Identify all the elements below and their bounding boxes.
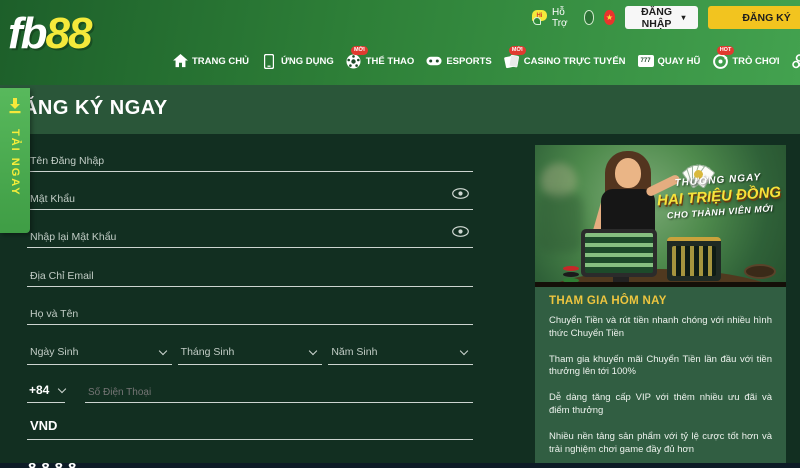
confirm-password-field	[27, 217, 473, 248]
phone-code-label: +84	[29, 383, 49, 397]
promo-bullet: Dễ dàng tăng cấp VIP với thêm nhiều ưu đ…	[549, 392, 772, 418]
home-icon	[172, 53, 188, 69]
support-label: Hỗ Trợ	[552, 7, 574, 29]
joystick-icon: HOT	[712, 53, 728, 69]
chevron-down-icon	[58, 385, 66, 393]
currency-label: VND	[30, 418, 57, 433]
show-password-icon[interactable]	[452, 186, 469, 204]
download-icon	[7, 98, 23, 119]
nav-label: ỨNG DỤNG	[281, 56, 334, 67]
fullname-input[interactable]	[30, 308, 431, 320]
nav-item-sports[interactable]: MỚI THỂ THAO	[346, 53, 415, 69]
nav-label: ESPORTS	[446, 56, 491, 67]
new-badge: MỚI	[509, 46, 526, 55]
download-app-tab[interactable]: TẢI NGAY	[0, 88, 30, 233]
nav-item-app[interactable]: ỨNG DỤNG	[261, 53, 334, 69]
topbar: Hi Hỗ Trợ ★ ĐĂNG NHẬP ▾ ĐĂNG KÝ	[533, 6, 800, 29]
register-button[interactable]: ĐĂNG KÝ	[708, 6, 800, 29]
login-button[interactable]: ĐĂNG NHẬP ▾	[625, 6, 698, 29]
hot-badge: HOT	[717, 46, 735, 55]
nav-item-slots[interactable]: 777 QUAY HŨ	[638, 53, 701, 69]
month-select-label: Tháng Sinh	[181, 346, 235, 358]
nav-item-esports[interactable]: ESPORTS	[426, 53, 491, 69]
new-badge: MỚI	[351, 46, 368, 55]
nav-item-home[interactable]: TRANG CHỦ	[172, 53, 249, 69]
year-select-label: Năm Sinh	[331, 346, 377, 358]
phone-country-code-select[interactable]: +84	[27, 372, 65, 403]
chevron-down-icon	[158, 347, 166, 355]
email-input[interactable]	[30, 270, 431, 282]
chevron-down-icon: ▾	[682, 13, 686, 22]
username-field	[27, 141, 473, 172]
download-tab-label: TẢI NGAY	[9, 129, 21, 197]
phone-row: +84	[27, 372, 473, 403]
month-select[interactable]: Tháng Sinh	[178, 334, 323, 365]
promo-banner[interactable]: THƯỞNG NGAY HAI TRIỆU ĐỒNG CHO THÀNH VIÊ…	[535, 145, 786, 287]
vietnam-flag-icon[interactable]: ★	[604, 10, 614, 25]
fullname-field	[27, 294, 473, 325]
globe-icon[interactable]	[584, 10, 595, 25]
phone-field	[85, 372, 473, 403]
day-select[interactable]: Ngày Sinh	[27, 334, 172, 365]
chevron-down-icon	[460, 347, 468, 355]
password-input[interactable]	[30, 193, 431, 205]
chat-bubble-small	[533, 17, 541, 25]
page: fb88 Hi Hỗ Trợ ★ ĐĂNG NHẬP ▾ ĐĂNG KÝ	[0, 0, 800, 468]
confirm-password-input[interactable]	[30, 231, 431, 243]
page-title: ĐĂNG KÝ NGAY	[8, 97, 168, 120]
slot-machine-icon: 777	[638, 53, 654, 69]
year-select[interactable]: Năm Sinh	[328, 334, 473, 365]
roulette-graphic	[744, 264, 776, 279]
promo-ribbon-text: THƯỞNG NGAY HAI TRIỆU ĐỒNG CHO THÀNH VIÊ…	[653, 171, 786, 222]
chevron-down-icon	[309, 347, 317, 355]
logo-text-fb: fb	[8, 9, 46, 58]
promo-bullet: Nhiều nền tảng sản phẩm với tỷ lệ cược t…	[549, 431, 772, 457]
promo-model-face	[615, 158, 641, 188]
soccer-ball-icon: MỚI	[346, 53, 362, 69]
phone-gap	[71, 372, 79, 403]
login-label: ĐĂNG NHẬP	[637, 6, 677, 30]
nav-item-games[interactable]: HOT TRÒ CHƠI	[712, 53, 779, 69]
promo-bullet: Chuyển Tiền và rút tiền nhanh chóng với …	[549, 315, 772, 341]
table-edge-graphic	[535, 282, 786, 287]
support-link[interactable]: Hi Hỗ Trợ	[533, 7, 574, 29]
promo-bullet: Tham gia khuyến mãi Chuyển Tiền lần đầu …	[549, 354, 772, 380]
nav-label: QUAY HŨ	[658, 56, 701, 67]
register-label: ĐĂNG KÝ	[742, 12, 790, 24]
nav-item-lottery[interactable]: XỔ SỐ	[791, 53, 800, 69]
day-select-label: Ngày Sinh	[30, 346, 78, 358]
nav-label: TRANG CHỦ	[192, 56, 249, 67]
poker-chips-graphic	[563, 265, 579, 283]
background-figure	[537, 193, 583, 253]
username-input[interactable]	[30, 155, 431, 167]
monitor-graphic	[581, 229, 657, 277]
birthdate-row: Ngày Sinh Tháng Sinh Năm Sinh	[27, 334, 473, 365]
email-field	[27, 256, 473, 287]
fb88-logo[interactable]: fb88	[8, 10, 90, 58]
bottom-strip	[0, 463, 800, 468]
mobile-icon	[261, 53, 277, 69]
chat-bubble-icon: Hi	[533, 10, 547, 25]
title-band: ĐĂNG KÝ NGAY	[0, 85, 800, 134]
promo-panel: THƯỞNG NGAY HAI TRIỆU ĐỒNG CHO THÀNH VIÊ…	[535, 145, 786, 463]
promo-heading: THAM GIA HÔM NAY	[549, 295, 772, 307]
slot-777-text: 777	[638, 55, 654, 67]
slot-machine-graphic	[667, 237, 721, 281]
main-nav: TRANG CHỦ ỨNG DỤNG MỚI THỂ THAO ESPOR	[172, 44, 800, 78]
lottery-balls-icon	[791, 53, 800, 69]
nav-item-casino[interactable]: MỚI CASINO TRỰC TUYẾN	[504, 53, 626, 69]
captcha-code: 8888	[28, 460, 81, 468]
nav-label: THỂ THAO	[366, 56, 415, 67]
show-confirm-password-icon[interactable]	[452, 224, 469, 242]
gamepad-icon	[426, 53, 442, 69]
password-field	[27, 179, 473, 210]
nav-label: CASINO TRỰC TUYẾN	[524, 56, 626, 67]
nav-label: TRÒ CHƠI	[732, 56, 779, 67]
header: fb88 Hi Hỗ Trợ ★ ĐĂNG NHẬP ▾ ĐĂNG KÝ	[0, 0, 800, 85]
logo-text-88: 88	[46, 9, 91, 58]
currency-field[interactable]: VND	[27, 409, 473, 440]
cards-icon: MỚI	[504, 53, 520, 69]
promo-text-block: THAM GIA HÔM NAY Chuyển Tiền và rút tiền…	[535, 287, 786, 463]
phone-input[interactable]	[88, 387, 437, 398]
